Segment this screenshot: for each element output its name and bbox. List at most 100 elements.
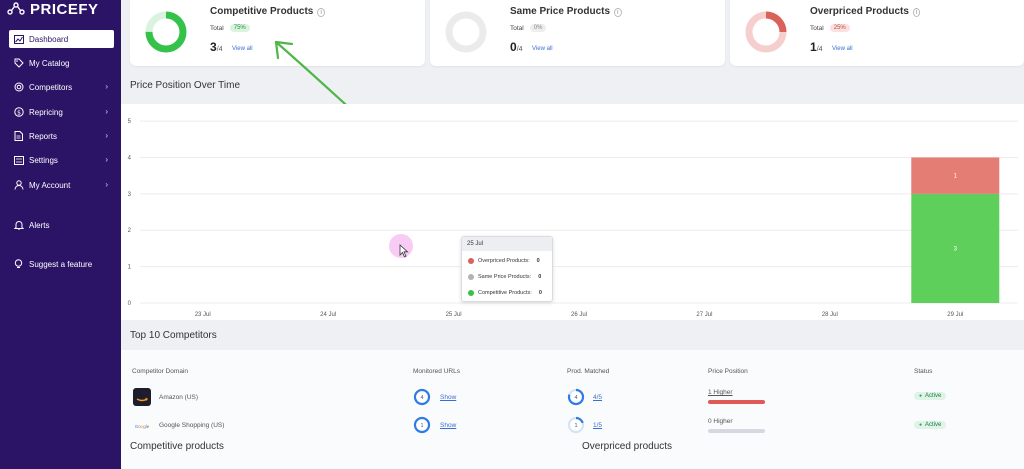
user-icon bbox=[13, 180, 24, 191]
google-logo-icon: Google bbox=[135, 424, 150, 429]
dollar-icon: $ bbox=[13, 107, 24, 118]
sidebar-item-label: Repricing bbox=[29, 107, 63, 117]
main-content: Competitive Products i Total 75% 3/4 View … bbox=[121, 0, 1024, 469]
svg-text:$: $ bbox=[17, 109, 21, 116]
card-count: 0/4 bbox=[510, 40, 523, 54]
sidebar-item-my-catalog[interactable]: My Catalog bbox=[9, 54, 114, 72]
ring-value: 1 bbox=[420, 423, 423, 429]
x-tick-label: 29 Jul bbox=[947, 312, 963, 318]
sidebar-item-reports[interactable]: Reports › bbox=[9, 127, 114, 145]
show-link[interactable]: Show bbox=[440, 422, 456, 429]
chevron-right-icon: › bbox=[105, 82, 108, 91]
y-tick-label: 2 bbox=[128, 228, 132, 234]
tooltip-row: Competitive Products: 0 bbox=[468, 290, 542, 296]
legend-dot bbox=[468, 274, 474, 280]
card-title: Same Price Products i bbox=[510, 6, 622, 17]
y-tick-label: 5 bbox=[128, 119, 132, 125]
sidebar-item-label: Dashboard bbox=[29, 34, 69, 44]
card-count: 1/4 bbox=[810, 40, 823, 54]
tooltip-label: Same Price Products: bbox=[478, 274, 532, 280]
competitors-table: Competitor Domain Monitored URLs Prod. M… bbox=[121, 350, 1024, 469]
chevron-right-icon: › bbox=[105, 107, 108, 116]
donut-track bbox=[445, 11, 487, 53]
tag-icon bbox=[13, 58, 24, 69]
prod-matched-link[interactable]: 4/5 bbox=[593, 394, 602, 401]
sidebar-item-competitors[interactable]: Competitors › bbox=[9, 78, 114, 96]
sidebar-item-label: My Catalog bbox=[29, 58, 70, 68]
price-position-bar bbox=[708, 429, 765, 433]
overpriced-products-title: Overpriced products bbox=[582, 441, 673, 452]
competitive-donut bbox=[145, 11, 187, 53]
amazon-logo-icon bbox=[133, 388, 151, 406]
sidebar-item-dashboard[interactable]: Dashboard bbox=[9, 30, 114, 48]
ring-value: 4 bbox=[420, 395, 423, 401]
card-total: Total 25% bbox=[810, 24, 850, 32]
ring-value: 1 bbox=[574, 423, 577, 429]
card-total: Total 75% bbox=[210, 24, 250, 32]
view-all-link[interactable]: View all bbox=[232, 46, 253, 52]
chart-tooltip: 25 Jul Overpriced Products: 0 Same Price… bbox=[461, 236, 553, 302]
tooltip-value: 0 bbox=[538, 290, 542, 296]
sliders-icon bbox=[13, 155, 24, 166]
x-tick-label: 25 Jul bbox=[446, 312, 462, 318]
show-link[interactable]: Show bbox=[440, 394, 456, 401]
x-tick-label: 26 Jul bbox=[571, 312, 587, 318]
sidebar-item-repricing[interactable]: $ Repricing › bbox=[9, 103, 114, 121]
sidebar-item-label: Suggest a feature bbox=[29, 259, 93, 269]
view-all-link[interactable]: View all bbox=[532, 46, 553, 52]
percent-badge: 75% bbox=[229, 24, 250, 32]
competitive-products-title: Competitive products bbox=[130, 441, 224, 452]
svg-text:Google: Google bbox=[135, 424, 150, 429]
price-position-chart: 0 1 2 3 4 5 23 Jul 24 Jul 25 Jul 26 Jul 27 Jul 28 J… bbox=[128, 119, 1018, 318]
x-tick-label: 23 Jul bbox=[195, 312, 211, 318]
price-position-text[interactable]: 1 Higher bbox=[708, 389, 733, 396]
sidebar-item-settings[interactable]: Settings › bbox=[9, 151, 114, 169]
bell-icon bbox=[13, 220, 24, 231]
tooltip-value: 0 bbox=[538, 274, 542, 280]
prod-matched-ring: 1 bbox=[567, 416, 585, 434]
price-position-chart-panel: 0 1 2 3 4 5 23 Jul 24 Jul 25 Jul 26 Jul 27 Jul 28 J… bbox=[121, 104, 1024, 320]
top-competitors-title: Top 10 Competitors bbox=[130, 330, 217, 341]
count-total: /4 bbox=[216, 46, 223, 53]
prod-matched-link[interactable]: 1/5 bbox=[593, 422, 602, 429]
price-position-text: 0 Higher bbox=[708, 418, 733, 425]
price-position-title: Price Position Over Time bbox=[130, 80, 241, 91]
card-total: Total 0% bbox=[510, 24, 547, 32]
brand[interactable]: PRICEFY bbox=[6, 0, 99, 18]
pricefy-logo-icon bbox=[7, 2, 25, 15]
mouse-pointer-icon bbox=[399, 244, 409, 258]
status-badge: Active bbox=[914, 421, 947, 429]
info-icon[interactable]: i bbox=[614, 8, 622, 17]
sidebar-item-label: My Account bbox=[29, 180, 71, 190]
view-all-link[interactable]: View all bbox=[832, 46, 853, 52]
column-header: Status bbox=[914, 368, 933, 375]
column-header: Competitor Domain bbox=[132, 368, 188, 375]
sidebar-item-suggest-feature[interactable]: Suggest a feature bbox=[9, 255, 114, 273]
chevron-right-icon: › bbox=[105, 180, 108, 189]
sidebar-item-label: Reports bbox=[29, 131, 58, 141]
legend-dot bbox=[468, 258, 474, 264]
monitored-urls-ring: 4 bbox=[413, 388, 431, 406]
card-title-text: Competitive Products bbox=[210, 6, 314, 17]
card-overpriced-products: Overpriced Products i Total 25% 1/4 View a… bbox=[730, 0, 1024, 66]
monitored-urls-ring: 1 bbox=[413, 416, 431, 434]
y-tick-label: 1 bbox=[128, 265, 132, 271]
x-tick-label: 24 Jul bbox=[320, 312, 336, 318]
percent-badge: 0% bbox=[529, 24, 547, 32]
sidebar-item-label: Settings bbox=[29, 155, 58, 165]
bulb-icon bbox=[13, 259, 24, 270]
info-icon[interactable]: i bbox=[912, 8, 921, 17]
sidebar-item-my-account[interactable]: My Account › bbox=[9, 176, 114, 194]
info-icon[interactable]: i bbox=[317, 8, 325, 17]
card-title: Competitive Products i bbox=[210, 6, 325, 17]
competitor-domain: Amazon (US) bbox=[159, 394, 199, 401]
chevron-right-icon: › bbox=[105, 155, 108, 164]
x-tick-label: 27 Jul bbox=[696, 312, 712, 318]
count-value: 3 bbox=[210, 40, 217, 54]
card-count: 3/4 bbox=[210, 40, 223, 54]
legend-dot bbox=[468, 290, 474, 296]
sidebar-item-alerts[interactable]: Alerts bbox=[9, 216, 114, 234]
total-label: Total bbox=[510, 24, 524, 32]
x-tick-label: 28 Jul bbox=[822, 312, 838, 318]
document-icon bbox=[13, 131, 24, 142]
